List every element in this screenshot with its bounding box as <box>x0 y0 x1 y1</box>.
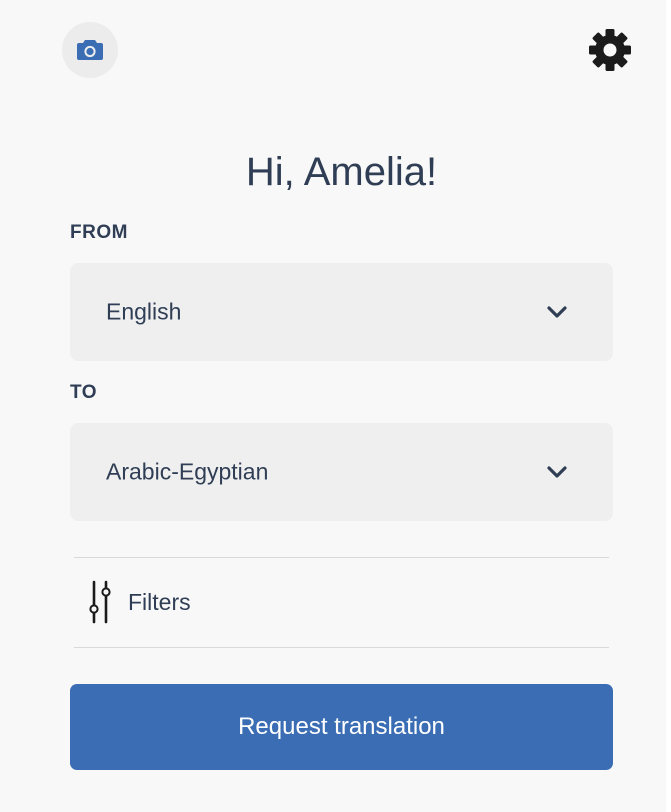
to-language-value: Arabic-Egyptian <box>106 458 269 485</box>
divider <box>74 647 609 648</box>
filters-label: Filters <box>128 588 191 615</box>
chevron-down-icon <box>547 306 567 318</box>
to-label: TO <box>70 382 98 403</box>
settings-button[interactable] <box>586 26 634 74</box>
request-translation-button[interactable]: Request translation <box>70 684 613 770</box>
chevron-down-icon <box>547 466 567 478</box>
gear-icon <box>589 29 631 71</box>
sliders-icon <box>89 580 111 624</box>
to-language-select[interactable]: Arabic-Egyptian <box>70 423 613 521</box>
from-label: FROM <box>70 222 128 243</box>
greeting-title: Hi, Amelia! <box>245 150 438 194</box>
from-language-value: English <box>106 298 182 325</box>
camera-button[interactable] <box>62 22 118 78</box>
app-screen: Hi, Amelia! FROM English TO Arabic-Egypt… <box>0 0 666 812</box>
camera-icon <box>77 40 103 60</box>
from-language-select[interactable]: English <box>70 263 613 361</box>
filters-button[interactable]: Filters <box>74 558 609 646</box>
